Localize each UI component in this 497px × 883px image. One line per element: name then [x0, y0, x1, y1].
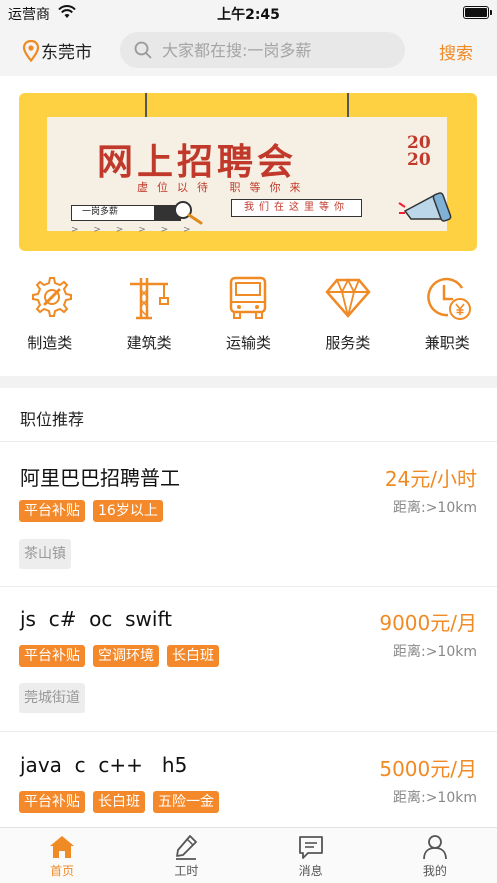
crane-icon	[130, 278, 170, 320]
banner-year-bottom: 20	[407, 150, 431, 170]
magnifier-icon	[174, 201, 203, 225]
category-label: 运输类	[225, 334, 271, 352]
section-title: 职位推荐	[20, 410, 85, 429]
job-location: 茶山镇	[19, 539, 71, 569]
search-input[interactable]	[162, 40, 392, 60]
tab-label: 首页	[50, 864, 75, 878]
top-header: 东莞市 搜索	[0, 26, 497, 76]
job-card[interactable]: 阿里巴巴招聘普工 24元/小时 距离:>10km 平台补贴 16岁以上 茶山镇	[0, 442, 497, 586]
tab-messages[interactable]: 消息	[249, 828, 373, 883]
banner-year: 20 20	[407, 135, 431, 169]
category-construction[interactable]: 建筑类	[99, 272, 198, 362]
job-card[interactable]: java c c++ h5 5000元/月 距离:>10km 平台补贴 长白班 …	[0, 732, 497, 827]
status-bar: 运营商 上午2:45	[0, 0, 497, 26]
category-label: 建筑类	[126, 334, 172, 352]
tab-label: 工时	[174, 864, 199, 878]
job-title: java c c++ h5	[20, 753, 188, 777]
section-divider	[0, 376, 497, 388]
job-title: js c# oc swift	[20, 607, 172, 631]
job-tag: 长白班	[93, 791, 145, 813]
job-tags: 平台补贴 空调环境 长白班	[19, 645, 227, 667]
banner-arrows: > > > > > >	[71, 225, 197, 235]
job-tag: 平台补贴	[19, 645, 85, 667]
job-tag: 平台补贴	[19, 791, 85, 813]
city-label: 东莞市	[41, 43, 92, 63]
job-tags: 平台补贴 长白班 五险一金	[19, 791, 227, 813]
job-tag: 长白班	[167, 645, 219, 667]
category-label: 兼职类	[424, 334, 470, 352]
banner-title: 网上招聘会	[97, 141, 298, 183]
gear-wrench-icon	[31, 277, 72, 317]
city-selector[interactable]: 东莞市	[22, 38, 92, 63]
job-tag: 五险一金	[153, 791, 219, 813]
category-manufacturing[interactable]: 制造类	[0, 272, 99, 362]
search-box[interactable]	[120, 32, 405, 68]
megaphone-icon	[398, 192, 452, 222]
category-service[interactable]: 服务类	[298, 272, 397, 362]
banner-slogan-bar: 一岗多薪	[71, 205, 155, 221]
job-distance: 距离:>10km	[392, 790, 477, 806]
tab-label: 我的	[422, 864, 447, 878]
home-icon	[50, 836, 75, 858]
clock-yen-icon	[427, 277, 472, 320]
category-transport[interactable]: 运输类	[199, 272, 298, 362]
tab-label: 消息	[298, 864, 323, 878]
job-tag: 16岁以上	[93, 500, 163, 522]
job-tag: 平台补贴	[19, 500, 85, 522]
job-fair-banner[interactable]: 网上招聘会 20 20 虚位以待 职等你来 一岗多薪 我们在这里等你 > > >…	[19, 93, 477, 251]
clock: 上午2:45	[217, 7, 280, 23]
tab-profile[interactable]: 我的	[373, 828, 497, 883]
job-salary: 5000元/月	[379, 757, 477, 781]
location-pin-icon	[22, 39, 40, 62]
category-grid: 制造类 建筑类 运输类 服务类 兼职类	[0, 272, 497, 362]
search-button[interactable]: 搜索	[439, 39, 473, 64]
job-salary: 9000元/月	[379, 611, 477, 635]
banner-subtitle: 虚位以待 职等你来	[137, 181, 310, 194]
message-icon	[298, 836, 323, 859]
bottom-tab-bar: 首页 工时 消息 我的	[0, 827, 497, 883]
category-part-time[interactable]: 兼职类	[398, 272, 497, 362]
diamond-icon	[325, 277, 371, 318]
job-card[interactable]: js c# oc swift 9000元/月 距离:>10km 平台补贴 空调环…	[0, 587, 497, 731]
truck-icon	[230, 276, 267, 319]
search-icon	[134, 41, 152, 59]
battery-icon	[463, 6, 492, 19]
job-tag: 空调环境	[93, 645, 159, 667]
job-location: 莞城街道	[19, 683, 85, 713]
job-distance: 距离:>10km	[392, 644, 477, 660]
job-tags: 平台补贴 16岁以上	[19, 500, 171, 522]
category-label: 制造类	[27, 334, 73, 352]
category-label: 服务类	[325, 334, 371, 352]
tab-worktime[interactable]: 工时	[124, 828, 248, 883]
user-icon	[422, 835, 447, 860]
job-title: 阿里巴巴招聘普工	[20, 466, 180, 490]
job-distance: 距离:>10km	[392, 500, 477, 516]
banner-tag: 我们在这里等你	[231, 199, 362, 217]
job-salary: 24元/小时	[384, 467, 477, 491]
edit-icon	[176, 835, 198, 860]
tab-home[interactable]: 首页	[0, 828, 124, 883]
